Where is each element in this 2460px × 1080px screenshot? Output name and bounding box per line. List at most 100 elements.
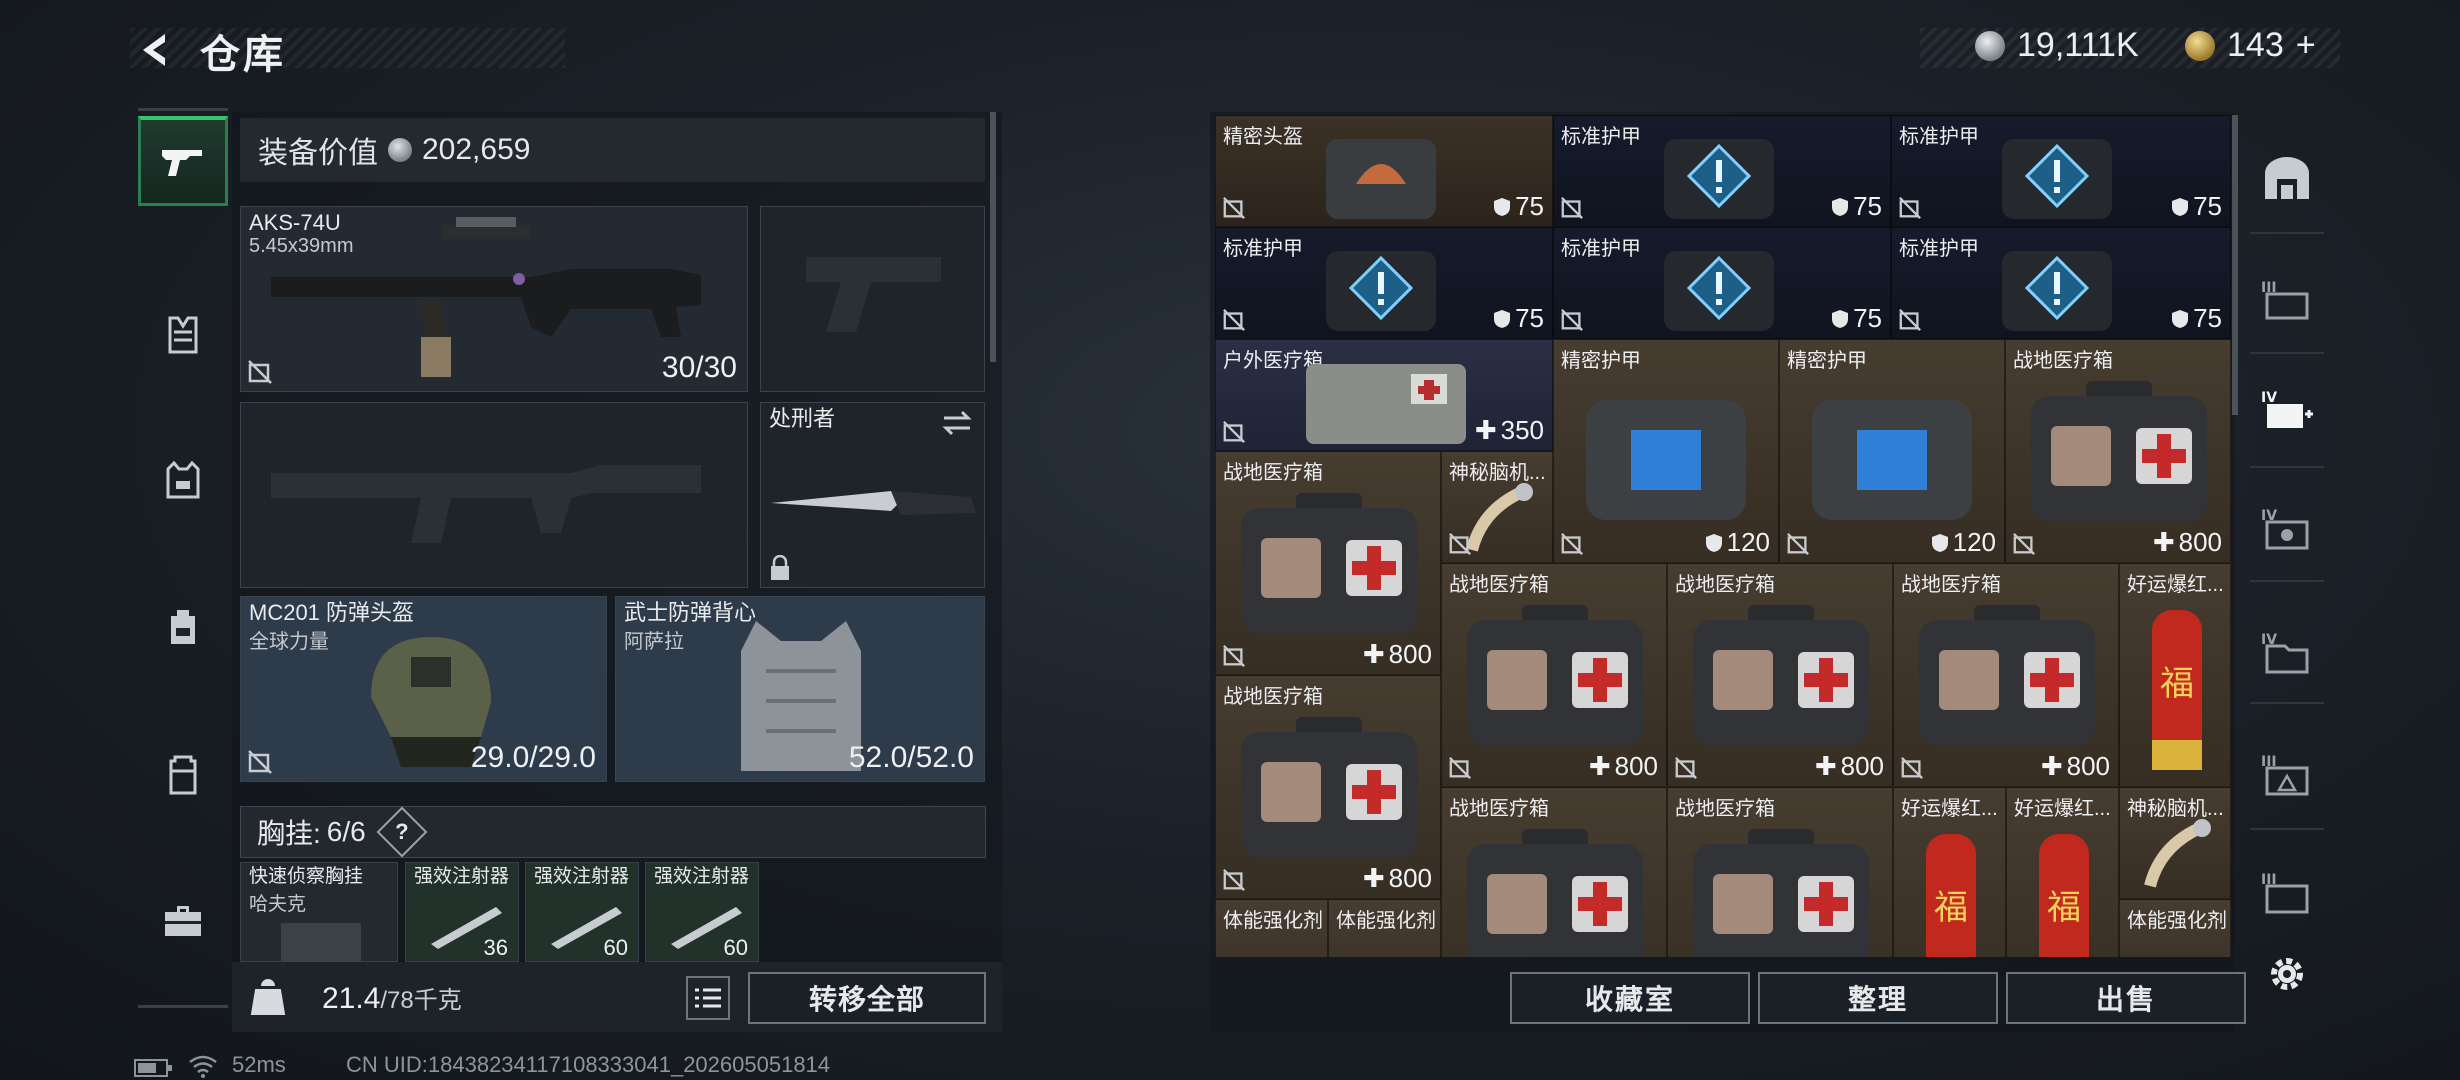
item-name: 强效注射器 <box>534 866 630 887</box>
item-hp: ✚ 800 <box>2041 751 2110 782</box>
item-value: 75 <box>1515 191 1544 221</box>
helmet-slot[interactable]: MC201 防弹头盔 全球力量 29.0/29.0 <box>240 596 607 782</box>
storage-tab-ammo[interactable]: IV <box>2250 488 2324 568</box>
storage-item[interactable]: 好运爆红... 福 <box>2006 787 2119 957</box>
tab-divider <box>2250 580 2324 582</box>
storage-item[interactable]: 战地医疗箱 ✚ 800 <box>1215 675 1441 899</box>
gold-coin-icon <box>2185 30 2215 61</box>
body-armor-slot[interactable]: 武士防弹背心 阿萨拉 52.0/52.0 <box>615 596 985 782</box>
plus-icon: ✚ <box>2152 527 2175 557</box>
help-button[interactable]: ? <box>376 806 428 858</box>
gold-plus[interactable]: + <box>2296 26 2316 65</box>
field-medkit-image <box>1693 605 1869 745</box>
armor-name: 武士防弹背心 <box>624 600 757 625</box>
storage-tab-weapons[interactable]: III <box>2250 734 2324 814</box>
unknown-item-icon <box>1664 251 1774 331</box>
unknown-item-icon <box>1326 251 1436 331</box>
transfer-all-button[interactable]: 转移全部 <box>748 972 986 1024</box>
rifle-silhouette-icon <box>271 465 701 543</box>
melee-slot[interactable]: 处刑者 <box>760 402 985 588</box>
rail-tab-weapons[interactable] <box>138 116 228 206</box>
ping-readout: 52ms <box>232 1052 286 1077</box>
storage-item[interactable]: 战地医疗箱 <box>1441 787 1667 957</box>
storage-item[interactable]: 体能强化剂 <box>1215 899 1328 957</box>
item-name: 精密护甲 <box>1787 350 1867 372</box>
storage-item[interactable]: 神秘脑机... <box>2119 787 2231 899</box>
storage-tab-documents[interactable]: IV <box>2250 612 2324 692</box>
rail-tab-armor[interactable] <box>138 436 228 526</box>
swap-icon[interactable] <box>940 409 974 437</box>
item-durability: 75 <box>2171 191 2222 222</box>
shield-icon <box>1705 533 1722 552</box>
settings-button[interactable] <box>2250 934 2324 1014</box>
storage-item[interactable]: 标准护甲 75 <box>1891 115 2231 227</box>
field-medkit-image <box>1241 717 1417 857</box>
no-loss-icon <box>248 750 272 774</box>
no-loss-icon <box>1223 869 1245 891</box>
storage-item[interactable]: 好运爆红... 福 <box>2119 563 2231 787</box>
gun-icon <box>162 149 202 176</box>
item-name: 战地医疗箱 <box>1449 574 1549 596</box>
no-loss-icon <box>1223 421 1245 443</box>
pistol-slot[interactable] <box>760 206 985 392</box>
storage-item[interactable]: 好运爆红... 福 <box>1893 787 2006 957</box>
storage-item[interactable]: 标准护甲 75 <box>1215 227 1553 339</box>
loadout-scrollbar[interactable] <box>990 112 996 362</box>
gold-currency[interactable]: 143 + <box>2185 26 2316 65</box>
storage-item[interactable]: 神秘脑机... <box>1441 451 1553 563</box>
secondary-weapon-slot[interactable] <box>240 402 748 588</box>
rig-pocket-slot[interactable]: 强效注射器 60 <box>525 862 639 962</box>
item-durability: 75 <box>1831 191 1882 222</box>
rail-tab-pouch[interactable] <box>138 730 228 820</box>
back-button[interactable] <box>130 26 180 74</box>
rail-top-divider <box>138 108 228 111</box>
storage-item[interactable]: 精密护甲 120 <box>1553 339 1779 563</box>
melee-name: 处刑者 <box>769 406 836 431</box>
collection-room-button[interactable]: 收藏室 <box>1510 972 1750 1024</box>
rail-tab-toolbox[interactable] <box>138 876 228 966</box>
storage-item[interactable]: 战地医疗箱 ✚ 800 <box>1215 451 1441 675</box>
silver-amount: 19,111K <box>2017 26 2139 64</box>
storage-item[interactable]: 战地医疗箱 ✚ 800 <box>1893 563 2119 787</box>
list-view-button[interactable] <box>686 976 730 1020</box>
storage-item[interactable]: 标准护甲 75 <box>1891 227 2231 339</box>
primary-weapon-slot[interactable]: AKS-74U 5.45x39mm 30/30 <box>240 206 748 392</box>
storage-item[interactable]: 战地医疗箱 ✚ 800 <box>1667 563 1893 787</box>
misc-case-icon: III <box>2261 872 2309 914</box>
storage-item[interactable]: 战地医疗箱 ✚ 800 <box>2005 339 2231 563</box>
storage-item[interactable]: 精密护甲 120 <box>1779 339 2005 563</box>
svg-text:福: 福 <box>1934 888 1968 928</box>
item-name: 强效注射器 <box>414 866 510 887</box>
storage-item[interactable]: 户外医疗箱 ✚ 350 <box>1215 339 1553 451</box>
item-value: 800 <box>2066 751 2110 781</box>
storage-tab-medical[interactable]: IV <box>2250 370 2324 450</box>
storage-item[interactable]: 标准护甲 75 <box>1553 115 1891 227</box>
item-hp: ✚ 800 <box>1363 639 1432 670</box>
rig-pocket-slot[interactable]: 强效注射器 60 <box>645 862 759 962</box>
field-medkit-image <box>1467 605 1643 745</box>
storage-item[interactable]: 体能强化剂 <box>1328 899 1441 957</box>
no-loss-icon <box>1449 757 1471 779</box>
header-bar <box>130 28 565 68</box>
carry-weight-current: 21.4 <box>322 982 381 1015</box>
storage-item[interactable]: 体能强化剂 <box>2119 899 2231 957</box>
weapon-case-icon: III <box>2261 754 2309 796</box>
storage-item[interactable]: 标准护甲 75 <box>1553 227 1891 339</box>
rail-tab-backpack[interactable] <box>138 582 228 672</box>
storage-tab-misc[interactable]: III <box>2250 852 2324 932</box>
rig-name: 快速侦察胸挂 <box>249 866 364 887</box>
rail-tab-chest-rig[interactable] <box>138 290 228 380</box>
item-name: 体能强化剂 <box>1336 910 1436 932</box>
storage-item[interactable]: 战地医疗箱 <box>1667 787 1893 957</box>
rig-item-slot[interactable]: 快速侦察胸挂 哈夫克 <box>240 862 398 963</box>
rig-pocket-slot[interactable]: 强效注射器 36 <box>405 862 519 962</box>
item-name: 战地医疗箱 <box>1223 686 1323 708</box>
storage-tab-extension[interactable]: III <box>2250 258 2324 338</box>
storage-item[interactable]: 精密头盔 75 <box>1215 115 1553 227</box>
organize-button[interactable]: 整理 <box>1758 972 1998 1024</box>
item-name: 精密头盔 <box>1223 126 1303 148</box>
storage-item[interactable]: 战地医疗箱 ✚ 800 <box>1441 563 1667 787</box>
storage-tab-main[interactable] <box>2250 138 2324 218</box>
sell-button[interactable]: 出售 <box>2006 972 2246 1024</box>
storage-scrollbar[interactable] <box>2232 115 2238 415</box>
